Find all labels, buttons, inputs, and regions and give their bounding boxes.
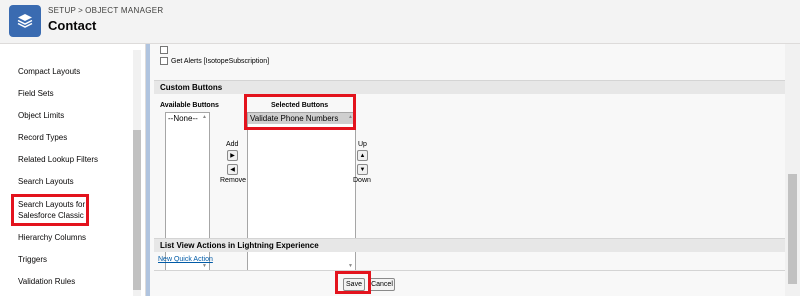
page-header: SETUP > OBJECT MANAGER Contact bbox=[0, 0, 800, 44]
checkbox-row-get-alerts: Get Alerts [IsotopeSubscription] bbox=[160, 57, 269, 65]
cancel-button[interactable]: Cancel bbox=[369, 278, 395, 291]
up-label: Up bbox=[358, 141, 367, 148]
highlight-selected-buttons bbox=[244, 94, 356, 130]
breadcrumb: SETUP > OBJECT MANAGER bbox=[48, 6, 163, 15]
sidebar-item-validation-rules[interactable]: Validation Rules bbox=[18, 276, 75, 287]
sidebar-item-object-limits[interactable]: Object Limits bbox=[18, 110, 64, 121]
main-scrollbar-thumb[interactable] bbox=[788, 174, 797, 284]
arrow-left-icon: ◀ bbox=[230, 167, 235, 173]
add-label: Add bbox=[226, 141, 239, 148]
sidebar-item-search-layouts[interactable]: Search Layouts bbox=[18, 176, 74, 187]
add-button[interactable]: ▶ bbox=[227, 150, 238, 161]
sidebar-item-hierarchy-columns[interactable]: Hierarchy Columns bbox=[18, 232, 86, 243]
breadcrumb-object-manager[interactable]: OBJECT MANAGER bbox=[85, 6, 163, 15]
breadcrumb-separator: > bbox=[78, 6, 84, 15]
checkbox-row-partial bbox=[160, 46, 171, 54]
sidebar-scrollbar-thumb[interactable] bbox=[133, 130, 141, 290]
sidebar-item-record-types[interactable]: Record Types bbox=[18, 132, 67, 143]
checkbox-partial[interactable] bbox=[160, 46, 168, 54]
list-view-actions-section-header: List View Actions in Lightning Experienc… bbox=[154, 238, 786, 252]
get-alerts-label: Get Alerts [IsotopeSubscription] bbox=[171, 57, 270, 65]
sidebar-item-related-lookup-filters[interactable]: Related Lookup Filters bbox=[18, 154, 98, 165]
arrow-up-icon: ▲ bbox=[359, 152, 366, 159]
new-quick-action-link[interactable]: New Quick Action bbox=[158, 256, 213, 263]
scroll-down-icon[interactable]: ▼ bbox=[202, 263, 207, 269]
main-content: Get Alerts [IsotopeSubscription] Custom … bbox=[150, 44, 788, 296]
sidebar-item-triggers[interactable]: Triggers bbox=[18, 254, 47, 265]
arrow-right-icon: ▶ bbox=[230, 153, 235, 159]
custom-buttons-section-header: Custom Buttons bbox=[154, 80, 786, 94]
remove-button[interactable]: ◀ bbox=[227, 164, 238, 175]
breadcrumb-setup[interactable]: SETUP bbox=[48, 6, 76, 15]
scroll-down-icon[interactable]: ▼ bbox=[348, 263, 353, 269]
move-up-button[interactable]: ▲ bbox=[357, 150, 368, 161]
get-alerts-checkbox[interactable] bbox=[160, 57, 168, 65]
main-scrollbar[interactable] bbox=[785, 44, 800, 296]
scroll-up-icon[interactable]: ▲ bbox=[202, 114, 207, 120]
available-buttons-label: Available Buttons bbox=[160, 102, 219, 109]
page-title: Contact bbox=[48, 18, 97, 33]
divider bbox=[154, 270, 786, 271]
layers-icon bbox=[9, 5, 41, 37]
sidebar-item-field-sets[interactable]: Field Sets bbox=[18, 88, 54, 99]
sidebar: Compact Layouts Field Sets Object Limits… bbox=[0, 44, 146, 296]
arrow-down-icon: ▼ bbox=[359, 166, 366, 173]
down-label: Down bbox=[353, 177, 371, 184]
sidebar-scrollbar[interactable] bbox=[133, 50, 141, 296]
sidebar-item-compact-layouts[interactable]: Compact Layouts bbox=[18, 66, 80, 77]
remove-label: Remove bbox=[220, 177, 247, 184]
highlight-search-layouts-classic bbox=[11, 194, 89, 226]
highlight-save-button bbox=[335, 271, 371, 294]
move-down-button[interactable]: ▼ bbox=[357, 164, 368, 175]
